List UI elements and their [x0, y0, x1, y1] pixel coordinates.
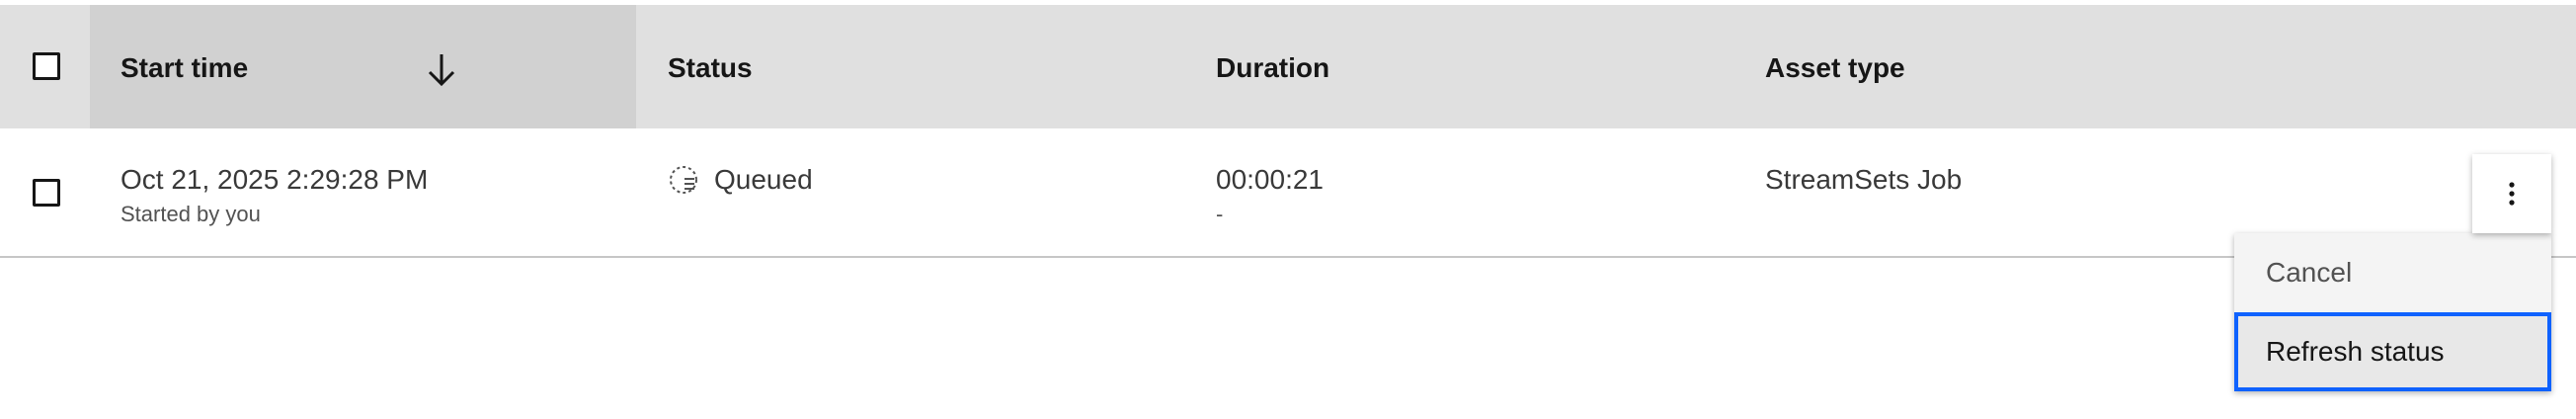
menu-item-cancel[interactable]: Cancel [2234, 233, 2551, 312]
table-row[interactable]: Oct 21, 2025 2:29:28 PM Started by you Q… [0, 128, 2576, 258]
menu-item-refresh-status[interactable]: Refresh status [2234, 312, 2551, 391]
overflow-menu-vertical-icon [2509, 182, 2515, 206]
row-checkbox[interactable] [33, 179, 60, 207]
status-text: Queued [714, 164, 813, 195]
job-runs-table: Start time Status Duration Asset type Oc… [0, 5, 2576, 258]
overflow-menu-button[interactable] [2472, 154, 2551, 233]
column-header-duration[interactable]: Duration [1216, 52, 1329, 84]
column-header-start-time[interactable]: Start time [121, 52, 248, 84]
table-header: Start time Status Duration Asset type [0, 5, 2576, 128]
column-header-status[interactable]: Status [668, 52, 753, 84]
column-header-asset-type[interactable]: Asset type [1765, 52, 1905, 84]
queued-icon [670, 166, 697, 194]
overflow-menu: Cancel Refresh status [2234, 233, 2551, 391]
start-time-value: Oct 21, 2025 2:29:28 PM [121, 164, 429, 195]
started-by-text: Started by you [121, 202, 261, 226]
arrow-down-icon[interactable] [425, 50, 458, 88]
duration-sub-value: - [1216, 202, 1224, 226]
duration-value: 00:00:21 [1216, 164, 1324, 195]
asset-type-value: StreamSets Job [1765, 164, 1963, 195]
select-all-checkbox[interactable] [33, 52, 60, 80]
